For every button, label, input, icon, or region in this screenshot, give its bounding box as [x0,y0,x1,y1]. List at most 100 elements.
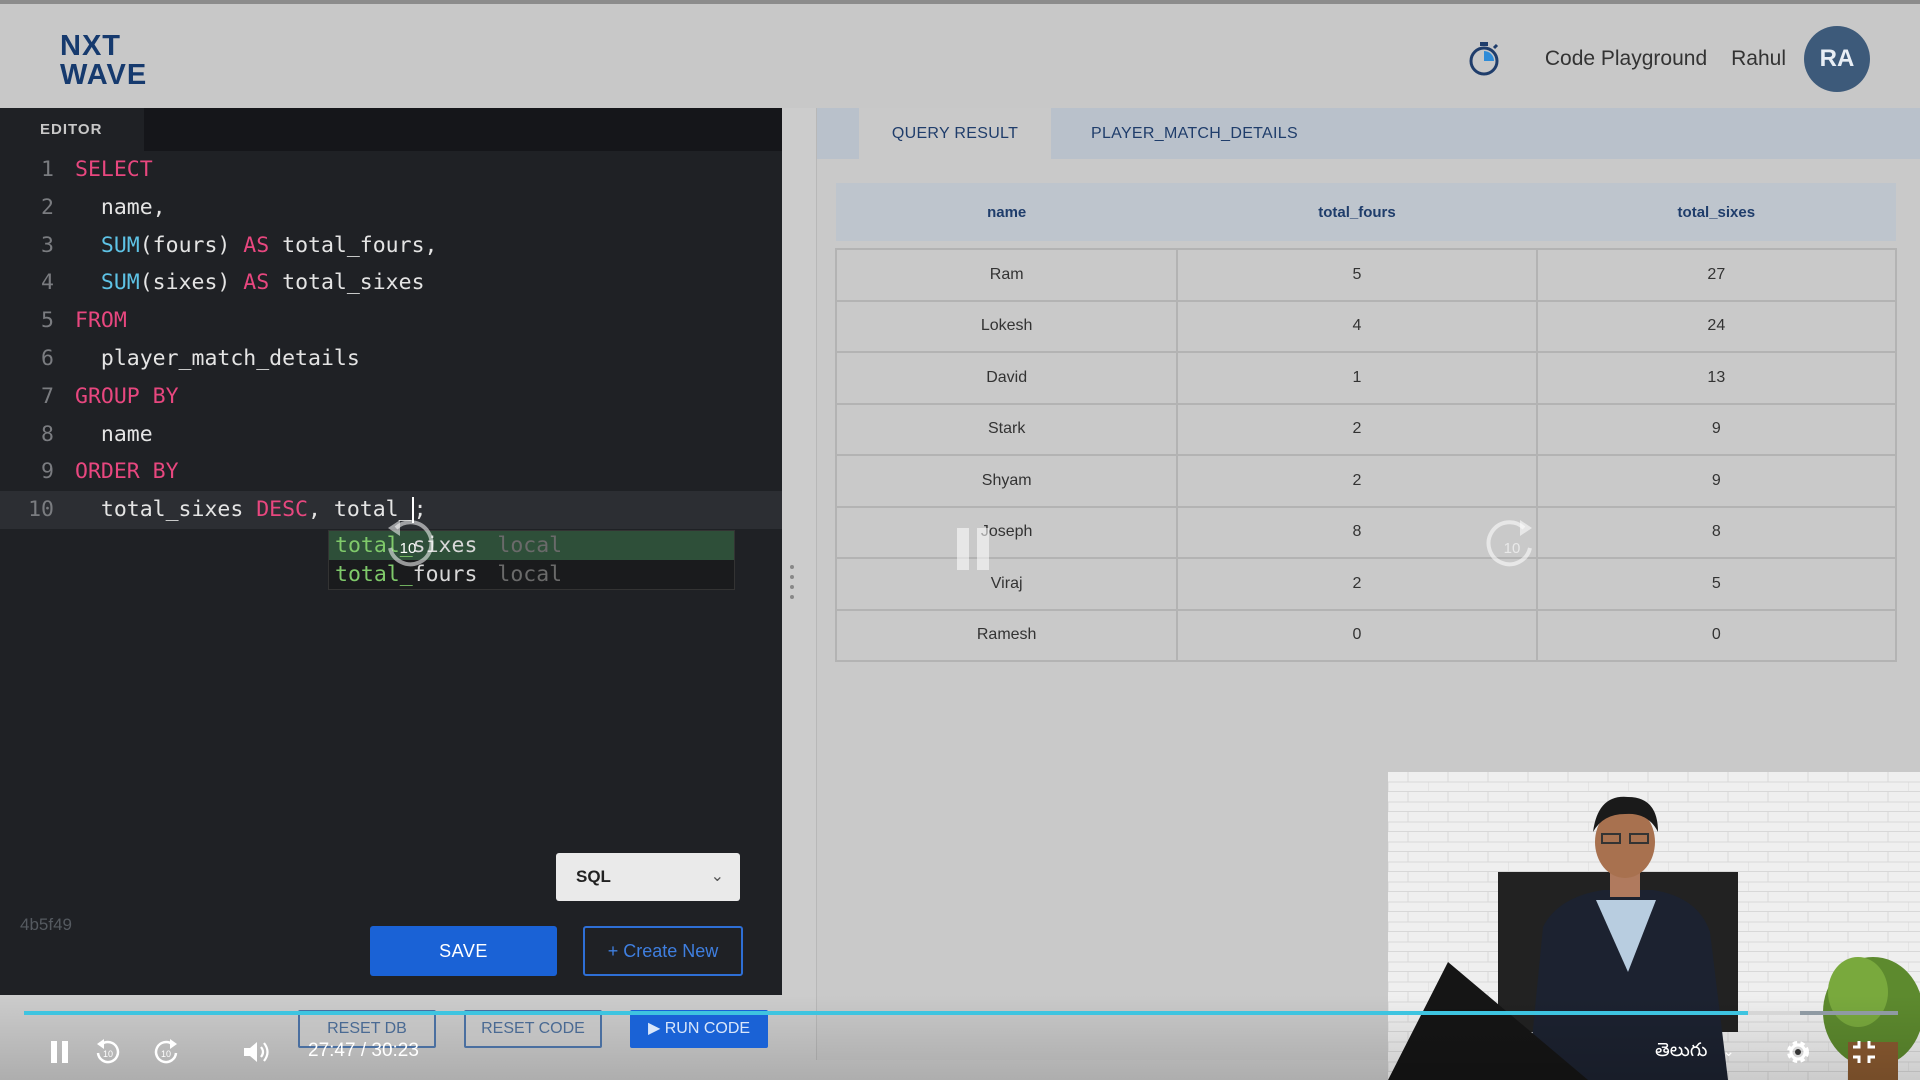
forward-10-icon[interactable]: 10 [152,1038,180,1066]
stopwatch-icon[interactable] [1465,40,1503,78]
table-cell: Stark [834,402,1179,456]
rewind-seconds-label: 10 [400,540,417,557]
code-line-text: name [75,416,153,454]
table-cell: 9 [1535,402,1898,456]
sql-function: SUM [100,232,140,258]
rewind-icon: 10 [388,520,434,567]
language-select[interactable]: SQL ⌄ [556,853,740,901]
forward-icon: 10 [1486,520,1532,567]
code-token: name [75,421,153,447]
table-cell: 13 [1535,351,1898,405]
play-icon: ▶ [647,1020,661,1037]
user-name: Rahul [1731,47,1786,70]
spacer-cell [836,241,1896,249]
code-token: total_fours, [269,232,438,258]
nxtwave-logo[interactable]: NXT WAVE [60,32,147,90]
results-tabs: QUERY RESULT PLAYER_MATCH_DETAILS [817,108,1920,159]
result-table-body: Ram 5 27 Lokesh 4 24 David 1 13 Stark 2 9 Shyam 2 9 Jos… [834,241,1898,662]
rewind-seconds-label: 10 [103,1049,113,1059]
run-code-button[interactable]: ▶ RUN CODE [630,1010,768,1048]
code-line[interactable]: 8 name [0,416,782,454]
sql-keyword: AS [243,270,270,296]
table-row: Ram 5 27 [834,248,1898,302]
avatar[interactable]: RA [1804,26,1870,92]
code-line-text: SUM(fours) AS total_fours, [75,227,438,265]
plus-icon: + [607,941,619,961]
line-number: 6 [41,345,54,371]
code-line[interactable]: 9 ORDER BY [0,453,782,491]
result-table-wrapper: name total_fours total_sixes Ram 5 27 Lokes… [834,183,1898,662]
video-progress-fill [24,1011,1749,1015]
tab-query-result[interactable]: QUERY RESULT [859,108,1051,159]
code-line-text: GROUP BY [75,378,179,416]
table-cell: Shyam [834,454,1179,508]
sql-keyword: GROUP BY [75,383,179,409]
chevron-down-icon: ⌄ [710,868,724,885]
table-cell: 0 [1176,608,1538,662]
table-row: Shyam 2 9 [834,454,1898,508]
save-button[interactable]: SAVE [370,926,557,976]
table-row: Joseph 8 8 [834,505,1898,559]
sql-keyword: SELECT [75,157,153,182]
line-number: 8 [41,421,54,447]
code-line[interactable]: 3 SUM(fours) AS total_fours, [0,227,782,265]
sql-keyword: AS [243,232,270,258]
code-line-text: FROM [75,302,127,340]
code-line[interactable]: 7 GROUP BY [0,378,782,416]
rewind-10-overlay-icon[interactable]: 10 [382,518,434,575]
column-header-total-fours: total_fours [1177,183,1537,241]
tab-player-match-details[interactable]: PLAYER_MATCH_DETAILS [1091,108,1321,159]
reset-code-button[interactable]: RESET CODE [464,1010,602,1048]
table-cell: Joseph [834,505,1179,559]
panel-resize-handle[interactable] [790,565,794,605]
pause-overlay-icon[interactable] [955,528,993,575]
pause-icon[interactable] [50,1041,70,1063]
code-token: (fours) [139,232,244,258]
code-line[interactable]: 2 name, [0,189,782,227]
table-cell: 2 [1176,557,1538,611]
sql-function: SUM [100,270,140,296]
code-line[interactable]: 1 SELECT [0,151,782,189]
logo-line-2: WAVE [60,59,148,91]
table-cell: David [834,351,1179,405]
code-line[interactable]: 6 player_match_details [0,340,782,378]
exit-fullscreen-icon[interactable] [1852,1040,1876,1064]
code-line[interactable]: 4 SUM(sixes) AS total_sixes [0,264,782,302]
code-line-text: name, [75,189,166,227]
handle-dot [790,595,794,599]
code-area[interactable]: 1 SELECT 2 name, 3 SUM(fours) AS total_four… [0,151,782,529]
code-line[interactable]: 5 FROM [0,302,782,340]
create-new-button[interactable]: + Create New [583,926,743,976]
table-cell: Viraj [834,557,1179,611]
line-number: 5 [41,308,54,334]
column-header-total-sixes: total_sixes [1536,183,1896,241]
code-token: total_sixes [75,497,257,523]
table-cell: 2 [1176,454,1538,508]
video-controls-bar [0,995,1920,1080]
handle-dot [790,585,794,589]
settings-gear-icon[interactable] [1784,1038,1812,1066]
rewind-10-icon[interactable]: 10 [94,1038,122,1066]
table-row: Lokesh 4 24 [834,299,1898,353]
forward-seconds-label: 10 [161,1049,171,1059]
audio-language-select[interactable]: తెలుగు ⌄ [1655,1040,1735,1066]
video-time-display: 27:47 / 30:23 [308,1040,419,1061]
audio-language-value: తెలుగు [1655,1040,1708,1061]
forward-10-overlay-icon[interactable]: 10 [1486,518,1538,575]
table-cell: Ramesh [834,608,1179,662]
volume-icon[interactable] [242,1039,272,1065]
table-row: Ramesh 0 0 [834,608,1898,662]
column-header-name: name [836,183,1178,241]
code-playground-link[interactable]: Code Playground [1545,47,1707,71]
line-number: 10 [28,497,54,523]
line-number: 3 [41,232,54,258]
editor-tab[interactable]: EDITOR [0,108,144,151]
code-line-text: SELECT [75,151,153,189]
code-token: (sixes) [139,270,244,296]
sql-keyword: FROM [75,308,127,334]
code-line-text: player_match_details [75,340,360,378]
header-right: Code Playground Rahul RA [1465,24,1870,94]
chevron-down-icon: ⌄ [1722,1043,1735,1059]
